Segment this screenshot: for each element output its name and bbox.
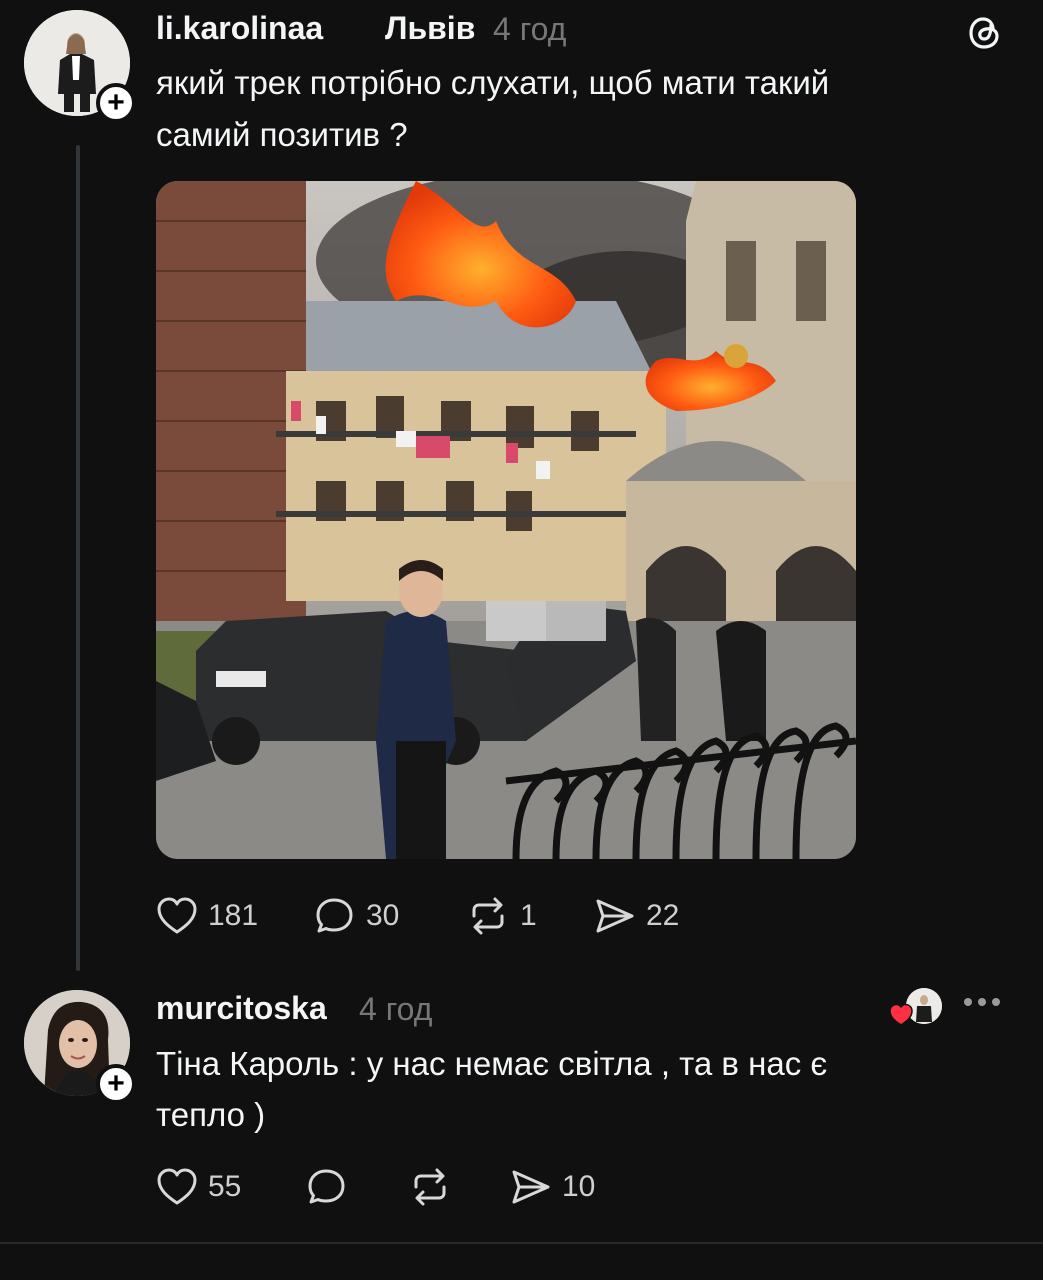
reply-action[interactable]: 30: [314, 896, 399, 936]
thread-connector-line: [76, 145, 80, 971]
post-username[interactable]: li.karolinaa: [156, 10, 323, 47]
reply-share-action[interactable]: 10: [510, 1167, 595, 1207]
threads-logo-icon[interactable]: [966, 14, 1004, 52]
post-text-line-2: самий позитив ?: [156, 116, 408, 153]
reply-share-count: 10: [562, 1170, 596, 1203]
post-timestamp: 4 год: [493, 11, 567, 47]
post-text-line-1: який трек потрібно слухати, щоб мати так…: [156, 64, 830, 101]
threads-screen: + li.karolinaa Львів 4 год який трек пот…: [0, 0, 1043, 1280]
reply-count: 30: [366, 899, 400, 932]
comment-icon: [306, 1167, 348, 1207]
repost-action[interactable]: 1: [466, 896, 537, 936]
repost-icon: [466, 896, 510, 936]
bottom-divider: [0, 1242, 1043, 1244]
follow-plus-icon[interactable]: +: [96, 83, 136, 123]
send-icon: [510, 1167, 552, 1207]
like-count: 181: [208, 899, 259, 932]
send-icon: [594, 896, 636, 936]
like-action[interactable]: 181: [156, 896, 258, 936]
reply-comment-action[interactable]: [306, 1167, 348, 1207]
reply-like-action[interactable]: 55: [156, 1167, 241, 1207]
repost-count: 1: [520, 899, 537, 932]
reply-text-line-2: тепло ): [156, 1096, 266, 1133]
comment-icon: [314, 896, 356, 936]
heart-icon: [156, 1167, 198, 1207]
reply-like-count: 55: [208, 1170, 242, 1203]
post-location[interactable]: Львів: [385, 10, 475, 47]
reply-timestamp: 4 год: [359, 991, 433, 1027]
more-options-icon[interactable]: [964, 998, 1000, 1006]
share-action[interactable]: 22: [594, 896, 679, 936]
reply-repost-action[interactable]: [408, 1167, 452, 1207]
liked-by-author-badge: [888, 988, 944, 1032]
repost-icon: [408, 1167, 452, 1207]
post-image[interactable]: [156, 181, 856, 859]
reply-username[interactable]: murcitoska: [156, 990, 327, 1027]
red-heart-icon: [888, 1002, 914, 1028]
heart-icon: [156, 896, 198, 936]
reply-text-line-1: Тіна Кароль : у нас немає світла , та в …: [156, 1045, 828, 1082]
follow-plus-icon[interactable]: +: [96, 1064, 136, 1104]
share-count: 22: [646, 899, 680, 932]
